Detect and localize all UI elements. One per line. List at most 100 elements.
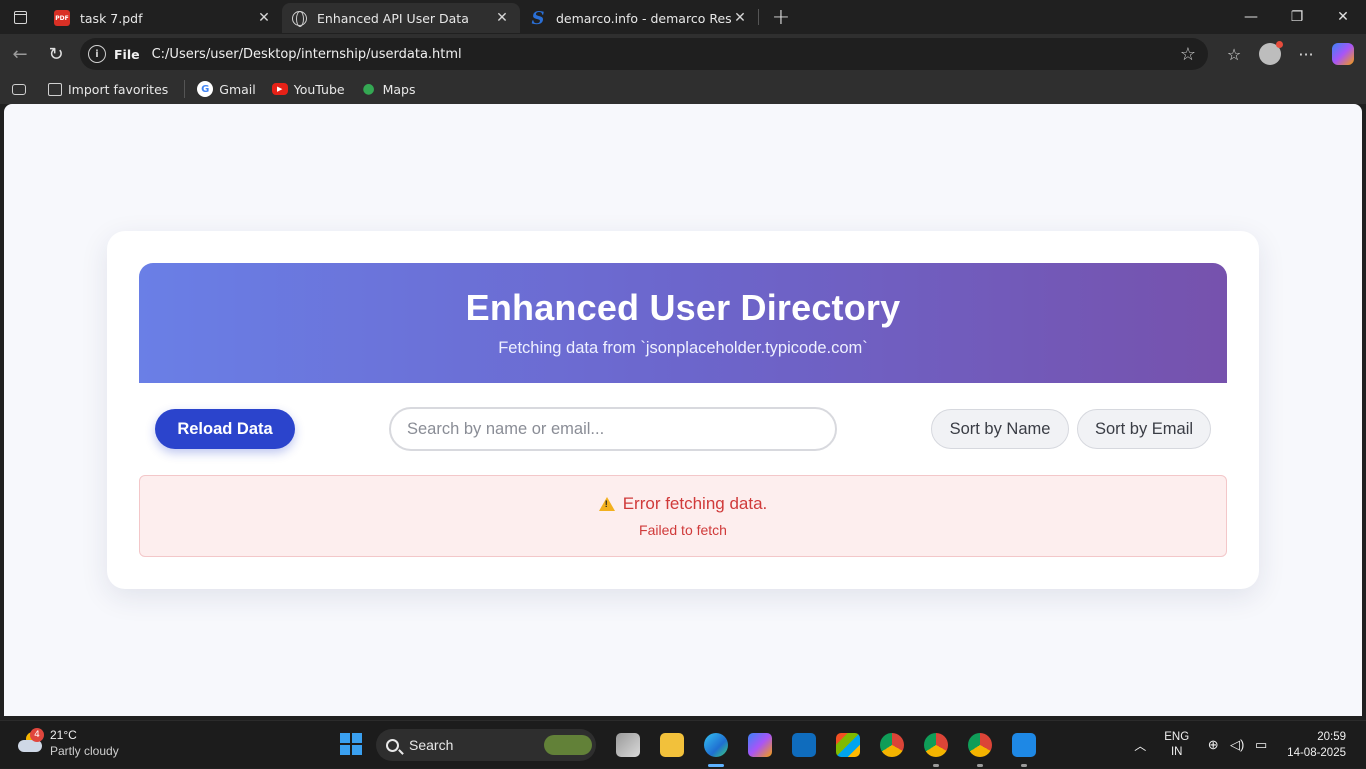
battery-icon[interactable]: ▭: [1249, 737, 1273, 753]
chrome-profile-2-icon: [968, 733, 992, 757]
windows-logo-tile: [340, 745, 350, 755]
favorite-label: Import favorites: [68, 81, 169, 97]
info-icon[interactable]: i: [88, 45, 106, 63]
tab-enhanced-api-user-data[interactable]: Enhanced API User Data ✕: [282, 3, 520, 33]
globe-icon: [292, 10, 307, 27]
favorite-gmail[interactable]: G Gmail: [191, 76, 261, 102]
chrome-profile-button[interactable]: [914, 727, 958, 767]
copilot-app-button[interactable]: [738, 727, 782, 763]
window-controls: — ❐ ✕: [1228, 0, 1366, 34]
taskbar-search-label: Search: [409, 737, 454, 753]
new-tab-button[interactable]: +: [763, 2, 799, 32]
file-explorer-button[interactable]: [650, 727, 694, 763]
profile-avatar[interactable]: [1259, 41, 1283, 65]
vscode-icon: [1012, 733, 1036, 757]
restore-icon[interactable]: ❐: [1274, 0, 1320, 34]
refresh-icon[interactable]: ↻: [38, 36, 74, 72]
weather-condition: Partly cloudy: [50, 744, 119, 758]
favorites-icon[interactable]: ☆: [1216, 36, 1252, 72]
chevron-up-icon[interactable]: ︿: [1126, 737, 1154, 754]
close-icon[interactable]: ✕: [256, 10, 272, 26]
tab-actions-icon: [13, 10, 27, 24]
copilot-icon[interactable]: [1332, 43, 1354, 65]
google-icon: G: [197, 81, 214, 97]
windows-logo-tile: [352, 733, 362, 743]
back-icon[interactable]: ←: [2, 36, 38, 72]
url-protocol: File: [114, 46, 140, 62]
volume-icon[interactable]: ◁): [1225, 737, 1249, 753]
edge-icon: [704, 733, 728, 757]
copilot-app-icon: [748, 733, 772, 757]
chrome-profile-2-button[interactable]: [958, 727, 1002, 767]
error-title: Error fetching data.: [622, 494, 768, 513]
store-button[interactable]: [826, 727, 870, 763]
tab-bar: PDF task 7.pdf ✕ Enhanced API User Data …: [0, 0, 1366, 34]
youtube-icon: ▶: [271, 83, 288, 95]
search-icon: [386, 738, 399, 752]
tab-task-pdf[interactable]: PDF task 7.pdf ✕: [44, 3, 282, 33]
hero-header: Enhanced User Directory Fetching data fr…: [139, 263, 1227, 383]
taskbar-apps: [606, 727, 1046, 767]
windows-logo-tile: [352, 745, 362, 755]
error-message-box: Error fetching data. Failed to fetch: [139, 475, 1227, 557]
favorites-divider: [184, 80, 186, 98]
outlook-button[interactable]: [782, 727, 826, 763]
pdf-icon: PDF: [54, 10, 70, 26]
favorite-label: YouTube: [293, 81, 345, 97]
start-button[interactable]: [340, 733, 362, 755]
taskbar-search[interactable]: Search: [376, 729, 596, 761]
url-text[interactable]: C:/Users/user/Desktop/internship/userdat…: [152, 47, 1180, 62]
close-icon[interactable]: ✕: [494, 10, 510, 26]
error-title-row: Error fetching data.: [140, 494, 1226, 514]
maps-pin-icon: ●: [362, 81, 375, 97]
vscode-button[interactable]: [1002, 727, 1046, 767]
controls-row: Reload Data Sort by Name Sort by Email: [139, 407, 1227, 451]
page-title: Enhanced User Directory: [465, 287, 901, 328]
site-s-icon: S: [531, 7, 545, 29]
browser-tools: ☆ ···: [1216, 36, 1354, 72]
chrome-icon: [880, 733, 904, 757]
url-field[interactable]: i File C:/Users/user/Desktop/internship/…: [80, 38, 1208, 70]
favorite-star-icon[interactable]: ☆: [1180, 44, 1196, 65]
tab-label: task 7.pdf: [80, 10, 143, 26]
close-icon[interactable]: ✕: [732, 10, 748, 26]
folder-icon: [660, 733, 684, 757]
language-indicator[interactable]: ENG IN: [1164, 730, 1189, 760]
user-directory-card: Enhanced User Directory Fetching data fr…: [107, 231, 1259, 589]
minimize-icon[interactable]: —: [1228, 0, 1274, 34]
sort-by-name-button[interactable]: Sort by Name: [931, 409, 1069, 449]
favorite-import[interactable]: Import favorites: [42, 76, 174, 102]
search-highlight-image: [544, 735, 592, 755]
task-view-icon: [616, 733, 640, 757]
edge-button[interactable]: [694, 727, 738, 767]
favorite-label: Maps: [382, 81, 416, 97]
favorite-label: Gmail: [219, 81, 256, 97]
clock-time: 20:59: [1317, 731, 1346, 743]
page-subtitle: Fetching data from `jsonplaceholder.typi…: [498, 339, 868, 357]
error-detail: Failed to fetch: [639, 522, 727, 538]
sidebar-toggle[interactable]: [6, 76, 38, 102]
network-icon[interactable]: ⊕: [1201, 737, 1225, 753]
warning-icon: [598, 497, 615, 511]
task-view-button[interactable]: [606, 727, 650, 763]
chrome-button[interactable]: [870, 727, 914, 763]
address-bar: ← ↻ i File C:/Users/user/Desktop/interns…: [0, 34, 1366, 74]
taskbar: 4 21°C Partly cloudy Search ︿ ENG IN ⊕ ◁…: [0, 720, 1366, 768]
clock-date: 14-08-2025: [1287, 747, 1346, 759]
tab-demarco[interactable]: S demarco.info - demarco Resources ✕: [520, 3, 758, 33]
weather-widget[interactable]: 4 21°C Partly cloudy: [16, 727, 119, 759]
reload-data-button[interactable]: Reload Data: [155, 409, 295, 449]
tab-label: demarco.info - demarco Resources: [556, 10, 732, 26]
windows-logo-tile: [340, 733, 350, 743]
more-options-icon[interactable]: ···: [1288, 36, 1324, 72]
notification-badge: 4: [30, 728, 44, 742]
search-input[interactable]: [389, 407, 837, 451]
clock[interactable]: 20:59 14-08-2025: [1287, 729, 1346, 761]
tab-actions-button[interactable]: [0, 0, 40, 34]
favorite-maps[interactable]: ● Maps: [355, 76, 422, 102]
close-window-icon[interactable]: ✕: [1320, 0, 1366, 34]
system-tray: ︿ ENG IN ⊕ ◁) ▭ 20:59 14-08-2025: [1126, 721, 1366, 769]
sort-by-email-button[interactable]: Sort by Email: [1077, 409, 1211, 449]
page-viewport: Enhanced User Directory Fetching data fr…: [4, 104, 1362, 716]
favorite-youtube[interactable]: ▶ YouTube: [266, 76, 351, 102]
